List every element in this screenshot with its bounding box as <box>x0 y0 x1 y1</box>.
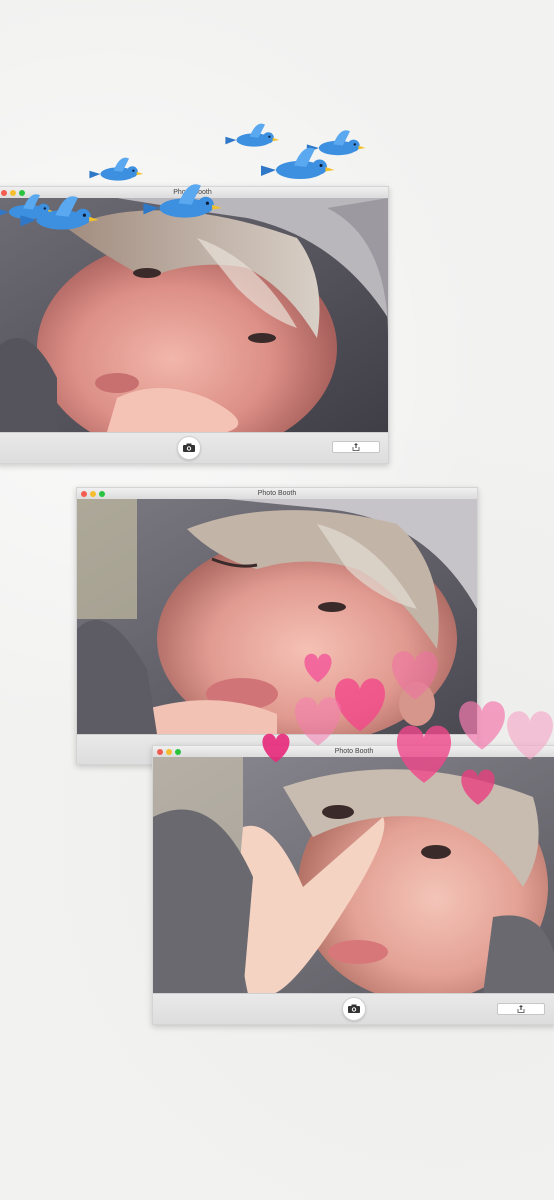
heart-icon <box>392 651 438 700</box>
bluebird-icon <box>89 157 144 181</box>
toolbar <box>0 432 388 463</box>
heart-icon <box>461 769 495 805</box>
heart-stickers <box>262 651 553 805</box>
share-button[interactable] <box>497 1003 545 1015</box>
toolbar <box>153 993 554 1024</box>
heart-icon <box>295 697 341 746</box>
bluebird-icon <box>143 184 222 218</box>
heart-icon <box>459 701 505 750</box>
bluebird-icon <box>225 123 280 147</box>
camera-icon <box>348 1004 360 1013</box>
share-icon <box>352 443 360 451</box>
take-photo-button[interactable] <box>342 997 366 1021</box>
bluebird-stickers <box>0 123 366 230</box>
heart-icon <box>335 678 385 732</box>
take-photo-button[interactable] <box>177 436 201 460</box>
bluebird-icon <box>306 130 366 156</box>
heart-icon <box>262 733 290 763</box>
heart-icon <box>507 711 553 760</box>
share-button[interactable] <box>332 441 380 453</box>
heart-icon <box>396 725 452 783</box>
camera-icon <box>183 443 195 452</box>
share-icon <box>517 1005 525 1013</box>
window-title: Photo Booth <box>257 490 297 497</box>
heart-icon <box>304 653 332 683</box>
